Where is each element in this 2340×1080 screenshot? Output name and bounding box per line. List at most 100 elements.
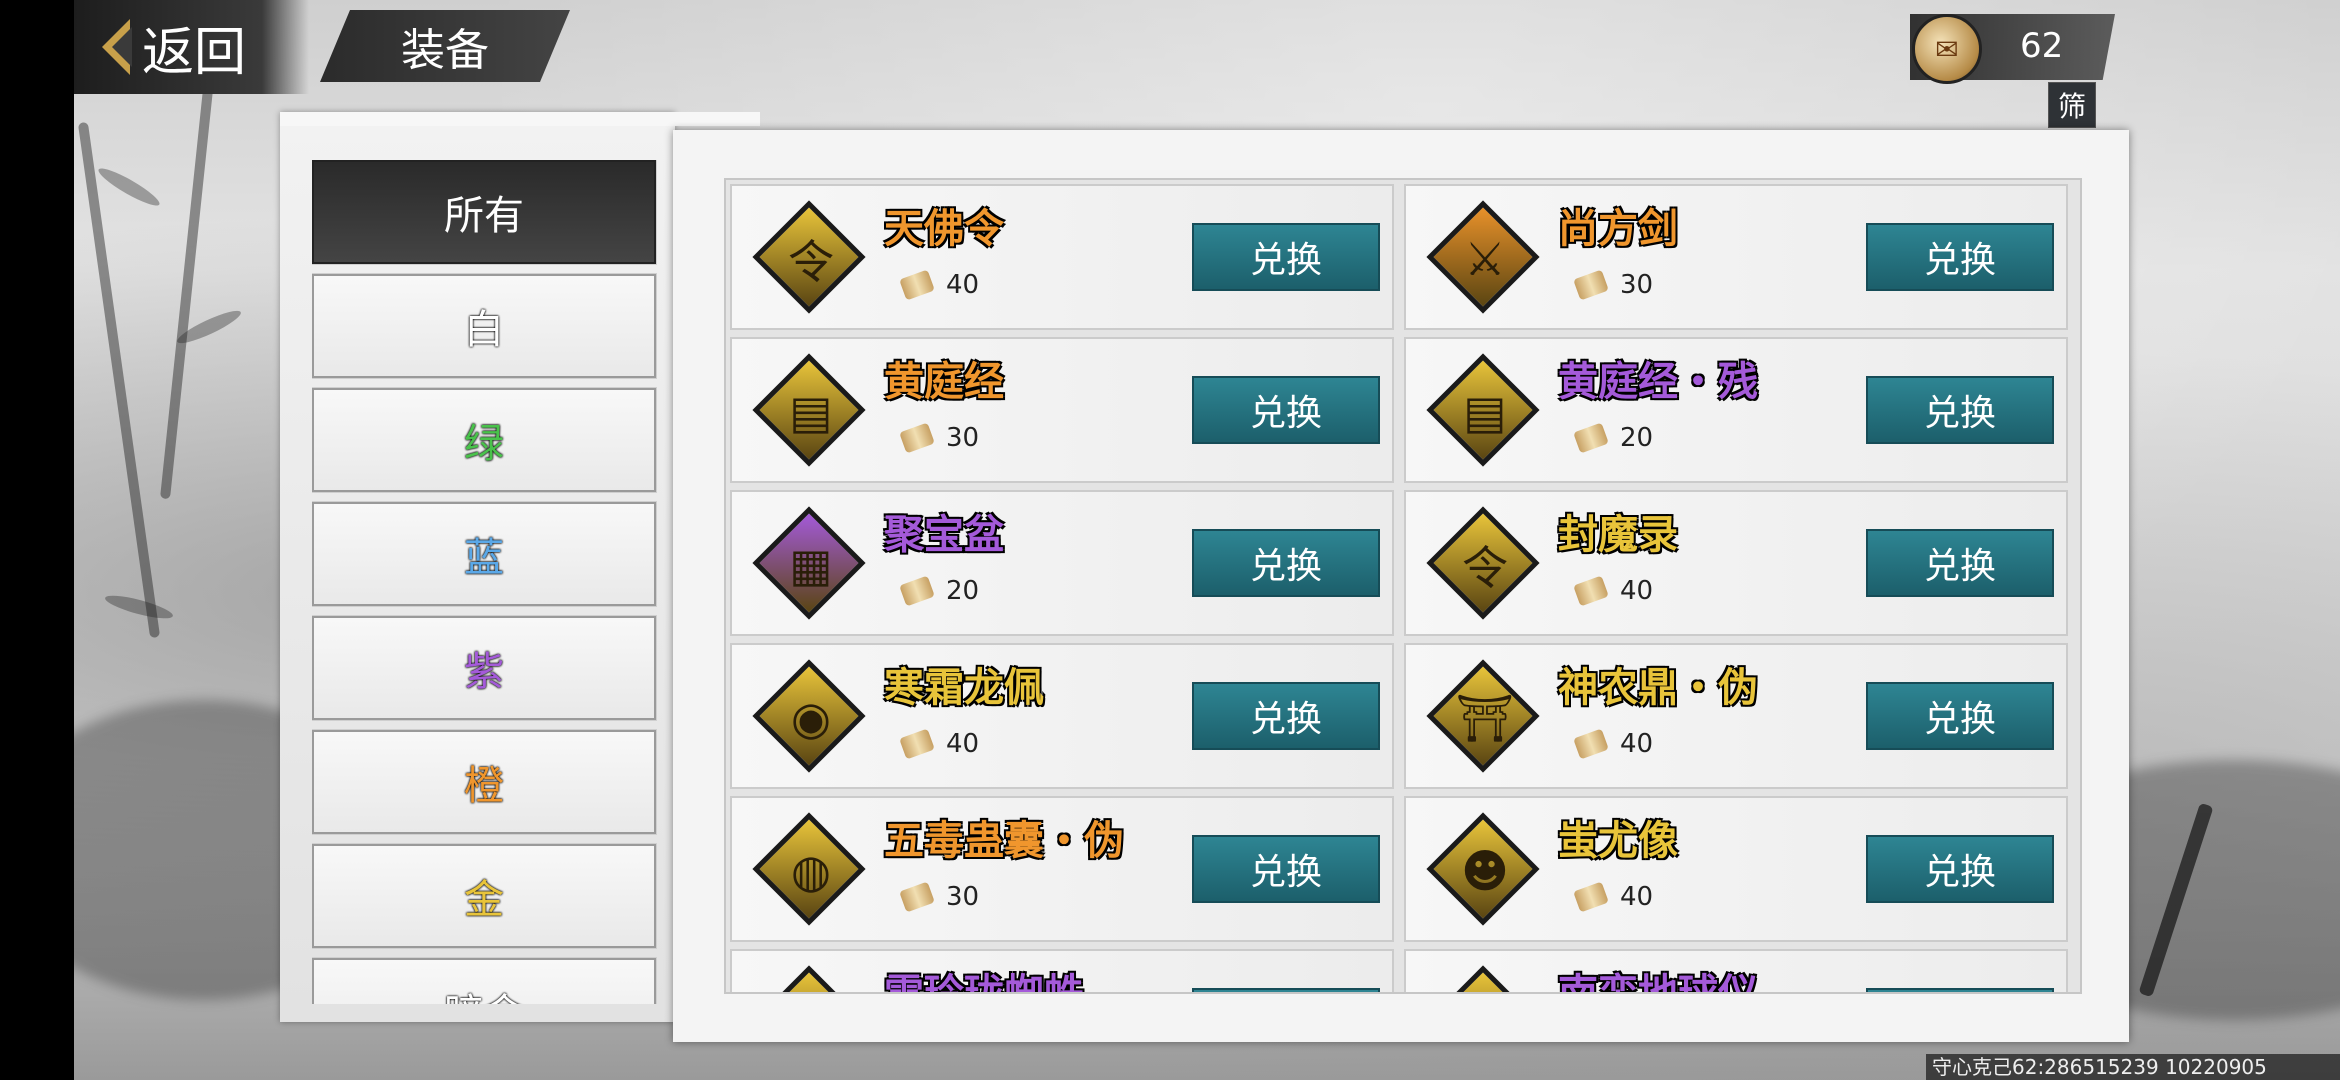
category-tab[interactable]: 紫 bbox=[312, 615, 657, 721]
item-glyph: ⚔ bbox=[1464, 232, 1506, 286]
back-label: 返回 bbox=[142, 22, 247, 83]
item-glyph: ◉ bbox=[790, 691, 832, 745]
pouch-icon: ◍ bbox=[752, 812, 870, 930]
item-glyph: ▤ bbox=[1463, 385, 1507, 439]
scroll-currency-icon bbox=[1573, 575, 1609, 607]
item-price-value: 40 bbox=[1620, 576, 1654, 606]
scroll-currency-icon bbox=[1573, 422, 1609, 454]
item-glyph: ☻ bbox=[1461, 844, 1509, 898]
item-name: 寒霜龙佩 bbox=[884, 664, 1044, 711]
item-name: 蚩尤像 bbox=[1558, 817, 1678, 864]
item-glyph: ⛩ bbox=[1455, 690, 1515, 745]
item-card: 令 封魔录 40 兑换 bbox=[1404, 490, 2068, 636]
item-price-value: 20 bbox=[946, 576, 980, 606]
category-tab[interactable]: 绿 bbox=[312, 387, 657, 493]
item-price: 40 bbox=[899, 269, 980, 301]
exchange-button[interactable]: 兑换 bbox=[1866, 376, 2054, 444]
item-card: ◉ 寒霜龙佩 40 兑换 bbox=[730, 643, 1394, 789]
item-price: 40 bbox=[1573, 881, 1653, 913]
exchange-button[interactable]: 兑换 bbox=[1866, 988, 2054, 992]
item-name: 五毒蛊囊・伪 bbox=[884, 817, 1124, 864]
token-icon: 令 bbox=[752, 200, 870, 318]
scripture-icon: ▤ bbox=[752, 353, 870, 471]
item-card: ✳ 雪玲珑蜘蛛兑换 bbox=[730, 949, 1394, 994]
jade-pendant-icon: ◉ bbox=[752, 659, 870, 777]
exchange-button[interactable]: 兑换 bbox=[1866, 223, 2054, 291]
scroll-currency-icon bbox=[1573, 269, 1609, 301]
item-card: ⚔ 尚方剑 30 兑换 bbox=[1404, 184, 2068, 330]
category-tab[interactable]: 橙 bbox=[312, 729, 657, 835]
item-name: 雪玲珑蜘蛛 bbox=[884, 970, 1084, 994]
exchange-button[interactable]: 兑换 bbox=[1192, 223, 1380, 291]
item-glyph: ✳ bbox=[752, 965, 870, 992]
item-name: 尚方剑 bbox=[1558, 205, 1678, 252]
item-price: 30 bbox=[899, 881, 980, 913]
category-tab[interactable]: 暗金 bbox=[312, 957, 657, 1004]
item-name: 聚宝盆 bbox=[884, 511, 1004, 558]
scroll-currency-icon bbox=[899, 881, 935, 913]
demon-statue-icon: ☻ bbox=[1426, 812, 1544, 930]
globe-icon: ◎ bbox=[1426, 965, 1544, 992]
player-id-footer: 守心克己62:286515239 10220905 bbox=[1926, 1054, 2340, 1080]
back-button[interactable]: 返回 bbox=[74, 0, 309, 94]
category-tab[interactable]: 白 bbox=[312, 273, 657, 379]
item-glyph: 令 bbox=[788, 235, 834, 289]
filter-button[interactable]: 筛 bbox=[2048, 82, 2096, 128]
item-glyph: ▦ bbox=[789, 538, 833, 592]
leaf bbox=[95, 163, 163, 211]
exchange-button[interactable]: 兑换 bbox=[1192, 529, 1380, 597]
item-card: ▤ 黄庭经 30 兑换 bbox=[730, 337, 1394, 483]
scroll-currency-icon bbox=[899, 728, 935, 760]
item-price-value: 40 bbox=[946, 270, 980, 300]
category-tab[interactable]: 所有 bbox=[312, 160, 657, 265]
item-price: 40 bbox=[899, 728, 980, 760]
item-name: 神农鼎・伪 bbox=[1558, 664, 1758, 711]
item-card: ▦ 聚宝盆 20 兑换 bbox=[730, 490, 1394, 636]
category-tab[interactable]: 蓝 bbox=[312, 501, 657, 607]
sword-icon: ⚔ bbox=[1426, 200, 1544, 318]
item-price: 20 bbox=[1573, 422, 1654, 454]
item-price-value: 30 bbox=[946, 423, 980, 453]
item-price-value: 30 bbox=[1620, 270, 1654, 300]
scroll-currency-icon bbox=[899, 269, 935, 301]
item-price-value: 30 bbox=[946, 882, 980, 912]
bamboo bbox=[159, 40, 219, 500]
exchange-button[interactable]: 兑换 bbox=[1192, 682, 1380, 750]
page-title: 装备 bbox=[320, 10, 570, 82]
exchange-button[interactable]: 兑换 bbox=[1192, 376, 1380, 444]
scroll-currency-icon bbox=[1573, 728, 1609, 760]
item-scroll-area[interactable]: 令 天佛令 40 兑换 ⚔ 尚方剑 30 兑换 ▤ 黄庭经 30 兑换 ▤ 黄庭经・残 20 兑换 ▦ 聚宝盆 20… bbox=[724, 178, 2082, 994]
item-price-value: 20 bbox=[1620, 423, 1654, 453]
item-glyph: 令 bbox=[1462, 541, 1508, 595]
item-card: ▤ 黄庭经・残 20 兑换 bbox=[1404, 337, 2068, 483]
item-card: 令 天佛令 40 兑换 bbox=[730, 184, 1394, 330]
item-price: 40 bbox=[1573, 728, 1654, 760]
back-arrow-icon bbox=[102, 19, 132, 75]
exchange-button[interactable]: 兑换 bbox=[1866, 682, 2054, 750]
scroll-currency-icon: ✉ bbox=[1912, 14, 1982, 84]
item-glyph: ◍ bbox=[790, 844, 832, 898]
currency-value: 62 bbox=[2020, 26, 2064, 66]
category-tab[interactable]: 金 bbox=[312, 843, 657, 949]
exchange-button[interactable]: 兑换 bbox=[1192, 988, 1380, 992]
item-price-value: 40 bbox=[946, 729, 980, 759]
item-card: ◍ 五毒蛊囊・伪 30 兑换 bbox=[730, 796, 1394, 942]
item-price: 20 bbox=[899, 575, 980, 607]
exchange-button[interactable]: 兑换 bbox=[1866, 529, 2054, 597]
item-name: 天佛令 bbox=[884, 205, 1004, 252]
item-price-value: 40 bbox=[1620, 729, 1654, 759]
cabinet-icon: ▦ bbox=[752, 506, 870, 624]
item-card: ☻ 蚩尤像 40 兑换 bbox=[1404, 796, 2068, 942]
item-name: 黄庭经 bbox=[884, 358, 1004, 405]
exchange-button[interactable]: 兑换 bbox=[1192, 835, 1380, 903]
item-price: 30 bbox=[1573, 269, 1654, 301]
item-name: 封魔录 bbox=[1558, 511, 1678, 558]
scripture-icon: ▤ bbox=[1426, 353, 1544, 471]
scroll-currency-icon bbox=[1573, 881, 1609, 913]
category-list: 所有白绿蓝紫橙金暗金 bbox=[312, 160, 660, 1004]
item-glyph: ◎ bbox=[1426, 965, 1544, 992]
scroll-currency-icon bbox=[899, 422, 935, 454]
scroll-currency-icon bbox=[899, 575, 935, 607]
exchange-button[interactable]: 兑换 bbox=[1866, 835, 2054, 903]
item-name: 黄庭经・残 bbox=[1558, 358, 1758, 405]
